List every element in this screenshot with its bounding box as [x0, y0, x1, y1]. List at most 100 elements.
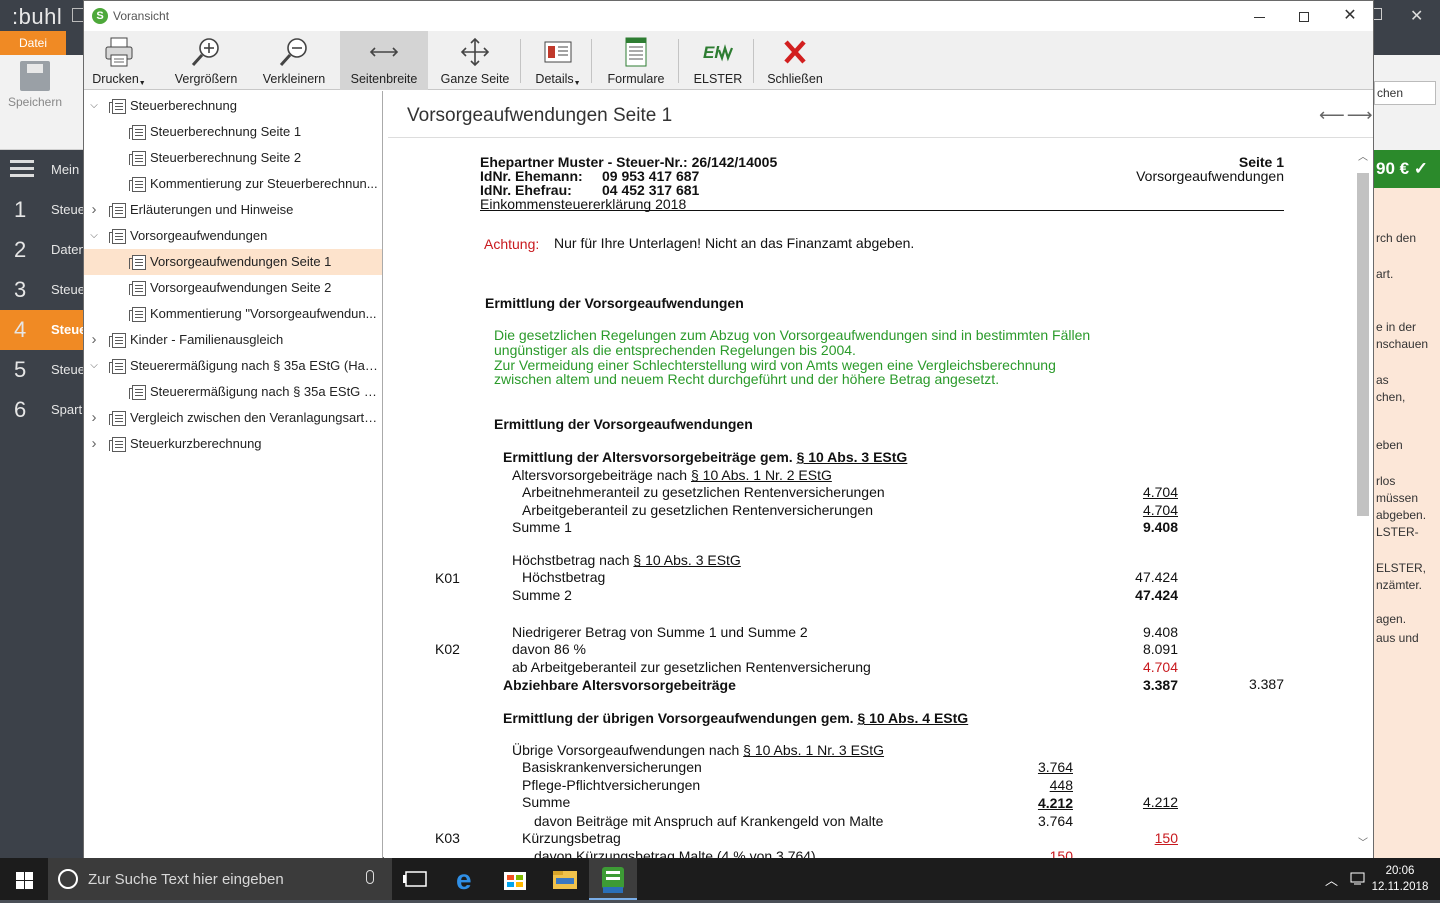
- tree-item[interactable]: ⌵ Steuerberechnung: [84, 93, 382, 119]
- printer-icon: [105, 37, 133, 67]
- bg-right-text: ELSTER,: [1376, 561, 1427, 575]
- k-code: K01: [435, 570, 460, 586]
- tree-item[interactable]: ⌵ Vorsorgeaufwendungen: [84, 223, 382, 249]
- bg-nav-item-1[interactable]: 1 Steue: [0, 190, 84, 230]
- scroll-down-icon[interactable]: ﹀: [1358, 834, 1368, 849]
- details-label: Details: [535, 72, 574, 86]
- alters-title: Ermittlung der Altersvorsorgebeiträge ge…: [503, 449, 907, 465]
- bg-close-icon[interactable]: ✕: [1410, 6, 1423, 26]
- tree-item[interactable]: Steuerberechnung Seite 1: [84, 119, 382, 145]
- uebrige-sub-text: Übrige Vorsorgeaufwendungen nach: [512, 742, 740, 758]
- close-preview-button[interactable]: Schließen: [760, 31, 830, 90]
- tree-item[interactable]: › Vergleich zwischen den Veranlagungsarte…: [84, 405, 382, 431]
- bg-refund-amount[interactable]: 90 € ✓: [1374, 150, 1440, 188]
- tax-app-icon: [602, 867, 624, 893]
- row-label: Arbeitnehmeranteil zu gesetzlichen Rente…: [522, 484, 885, 500]
- print-button[interactable]: Drucken▼: [88, 31, 150, 90]
- bg-save-button[interactable]: Speichern: [6, 61, 64, 109]
- page-width-label: Seitenbreite: [350, 72, 418, 86]
- taskbar-search[interactable]: Zur Suche Text hier eingeben: [48, 858, 392, 900]
- details-button[interactable]: Details▼: [528, 31, 588, 90]
- start-button[interactable]: [0, 858, 48, 900]
- tree-item[interactable]: › Steuerkurzberechnung: [84, 431, 382, 457]
- document-icon: [109, 411, 126, 426]
- minimize-button[interactable]: [1244, 5, 1274, 27]
- chevron-right-icon[interactable]: ›: [88, 327, 100, 353]
- chevron-right-icon[interactable]: ›: [88, 431, 100, 457]
- row-label: Summe 1: [512, 519, 572, 535]
- edge-icon: e: [456, 864, 472, 895]
- zoom-in-button[interactable]: Vergrößern: [168, 31, 244, 90]
- close-window-button[interactable]: ✕: [1335, 5, 1365, 27]
- row-label: Pflege-Pflichtversicherungen: [522, 777, 701, 793]
- tree-item[interactable]: Kommentierung "Vorsorgeaufwendun...: [84, 301, 382, 327]
- tree-item[interactable]: ⌵ Steuerermäßigung nach § 35a EStG (Hau..…: [84, 353, 382, 379]
- page-nav-arrows-icon[interactable]: ⟵⟶: [1319, 105, 1375, 126]
- zoom-out-button[interactable]: Verkleinern: [254, 31, 334, 90]
- bg-nav-num: 6: [14, 397, 27, 422]
- toolbar-divider: [753, 39, 754, 83]
- uebrige-title-link[interactable]: § 10 Abs. 4 EStG: [857, 710, 968, 726]
- row-label: Basiskrankenversicherungen: [522, 759, 702, 775]
- forms-button[interactable]: Formulare: [598, 31, 674, 90]
- bg-save-label: Speichern: [7, 95, 63, 109]
- bg-sidebar-nav: Mein 1 Steue 2 Daten 3 Steue 4 Steue 5 S…: [0, 150, 84, 858]
- chevron-down-icon[interactable]: ⌵: [88, 353, 100, 379]
- bg-nav-item-3[interactable]: 3 Steue: [0, 270, 84, 310]
- save-icon: [20, 61, 50, 91]
- bg-nav-item-4[interactable]: 4 Steue: [0, 310, 84, 350]
- scrollbar-thumb[interactable]: [1357, 173, 1369, 516]
- document-icon: [109, 359, 126, 374]
- store-button[interactable]: [491, 858, 539, 900]
- page-width-button[interactable]: Seitenbreite: [340, 31, 428, 90]
- taskbar-clock[interactable]: 20:06 12.11.2018: [1370, 863, 1430, 895]
- bg-search-field[interactable]: chen: [1374, 81, 1436, 105]
- maximize-icon: [1299, 12, 1309, 23]
- print-label: Drucken: [92, 72, 139, 86]
- tree-item[interactable]: › Erläuterungen und Hinweise: [84, 197, 382, 223]
- task-view-button[interactable]: [392, 858, 440, 900]
- full-page-button[interactable]: Ganze Seite: [434, 31, 516, 90]
- window-title: Voransicht: [113, 9, 170, 23]
- bg-nav-item-5[interactable]: 5 Steue: [0, 350, 84, 390]
- buhl-taskbar-button[interactable]: [589, 858, 637, 900]
- maximize-button[interactable]: [1289, 5, 1319, 27]
- chevron-right-icon[interactable]: ›: [88, 197, 100, 223]
- microphone-icon[interactable]: [366, 870, 374, 884]
- tree-item[interactable]: Vorsorgeaufwendungen Seite 2: [84, 275, 382, 301]
- bg-nav-item-6[interactable]: 6 Spart: [0, 390, 84, 430]
- elster-button[interactable]: El ELSTER: [686, 31, 750, 90]
- bg-nav-num: 1: [14, 197, 27, 222]
- search-placeholder: Zur Suche Text hier eingeben: [88, 871, 284, 888]
- tree-item[interactable]: › Kinder - Familienausgleich: [84, 327, 382, 353]
- bg-nav-item-mein[interactable]: Mein: [0, 150, 84, 190]
- network-icon[interactable]: [1350, 871, 1366, 888]
- uebrige-sub-link[interactable]: § 10 Abs. 1 Nr. 3 EStG: [743, 742, 884, 758]
- window-titlebar[interactable]: S Voransicht ✕: [84, 1, 1373, 31]
- document-page: Ehepartner Muster - Steuer-Nr.: 26/142/1…: [384, 139, 1354, 859]
- edge-button[interactable]: e: [443, 858, 491, 900]
- chevron-down-icon[interactable]: ⌵: [88, 93, 100, 119]
- alters-sub-link[interactable]: § 10 Abs. 1 Nr. 2 EStG: [691, 467, 832, 483]
- row-value: 4.704: [1142, 659, 1178, 675]
- bg-right-text: aus und: [1376, 631, 1419, 645]
- chevron-down-icon[interactable]: ⌵: [88, 223, 100, 249]
- svg-text:e: e: [456, 864, 472, 895]
- app-icon: S: [92, 8, 108, 24]
- document-icon: [109, 99, 126, 114]
- zoom-in-label: Vergrößern: [174, 72, 238, 86]
- tree-item[interactable]: Kommentierung zur Steuerberechnun...: [84, 171, 382, 197]
- warning-text: Nur für Ihre Unterlagen! Nicht an das Fi…: [554, 235, 915, 251]
- chevron-right-icon[interactable]: ›: [88, 405, 100, 431]
- tray-chevron-icon[interactable]: ︿: [1325, 870, 1338, 889]
- hoechst-link[interactable]: § 10 Abs. 3 EStG: [633, 552, 740, 568]
- alters-title-link[interactable]: § 10 Abs. 3 EStG: [797, 449, 908, 465]
- tree-item[interactable]: Steuerermäßigung nach § 35a EStG (...: [84, 379, 382, 405]
- scroll-up-icon[interactable]: ︿: [1358, 148, 1368, 163]
- clock-time: 20:06: [1385, 865, 1415, 877]
- ribbon-tab-datei[interactable]: Datei: [0, 31, 66, 55]
- explorer-button[interactable]: [541, 858, 589, 900]
- tree-item[interactable]: Steuerberechnung Seite 2: [84, 145, 382, 171]
- bg-nav-item-2[interactable]: 2 Daten: [0, 230, 84, 270]
- tree-item[interactable]: Vorsorgeaufwendungen Seite 1: [84, 249, 382, 275]
